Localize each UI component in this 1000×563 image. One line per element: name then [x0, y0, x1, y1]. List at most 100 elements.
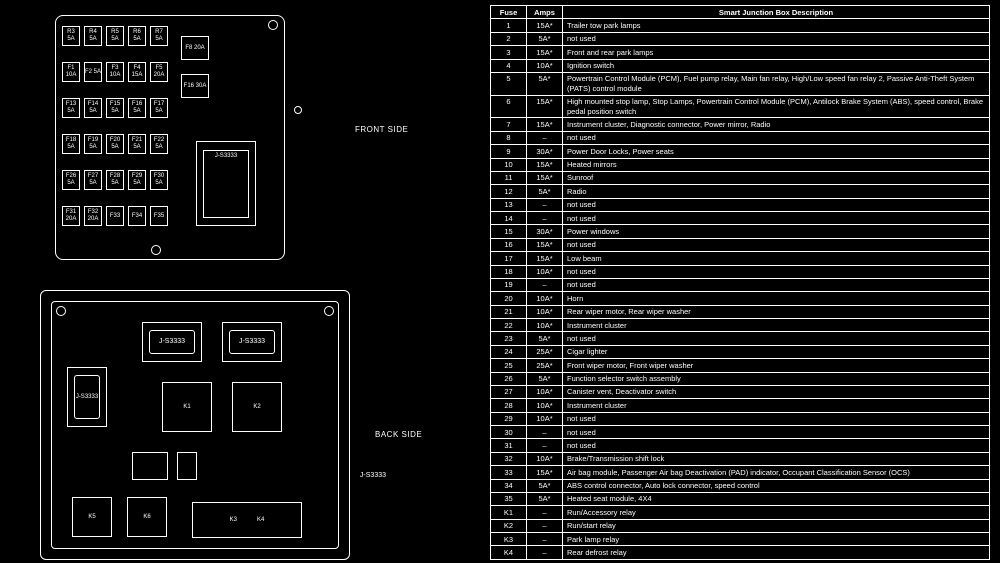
cell-fuse: 22 — [491, 319, 527, 332]
table-row: 1615A*not used — [491, 238, 990, 251]
cell-desc: Run/Accessory relay — [563, 506, 990, 519]
diagram-panel: R3 5AR4 5AR5 5AR6 5AR7 5AF1 10AF2 5AF3 1… — [0, 0, 490, 563]
cell-desc: not used — [563, 212, 990, 225]
cell-amps: 5A* — [527, 479, 563, 492]
fuse-slot: F13 5A — [62, 98, 80, 118]
table-row: 235A*not used — [491, 332, 990, 345]
cell-fuse: 32 — [491, 452, 527, 465]
table-row: 2425A*Cigar lighter — [491, 345, 990, 358]
back-side-label: BACK SIDE — [375, 430, 422, 439]
fuse-slot: F3 10A — [106, 62, 124, 82]
table-row: 615A*High mounted stop lamp, Stop Lamps,… — [491, 95, 990, 118]
fuse-slot: R5 5A — [106, 26, 124, 46]
block-small — [132, 452, 168, 480]
fuse-slot: F1 10A — [62, 62, 80, 82]
table-row: 2110A*Rear wiper motor, Rear wiper washe… — [491, 305, 990, 318]
mounting-hole — [294, 106, 302, 114]
fusebox-front: R3 5AR4 5AR5 5AR6 5AR7 5AF1 10AF2 5AF3 1… — [55, 15, 285, 260]
cell-fuse: K3 — [491, 533, 527, 546]
table-row: 13–not used — [491, 198, 990, 211]
fuse-slot: F28 5A — [106, 170, 124, 190]
cell-desc: Instrument cluster — [563, 399, 990, 412]
cell-fuse: K4 — [491, 546, 527, 559]
cell-amps: 5A* — [527, 72, 563, 95]
relay-block: J-S3333 — [222, 322, 282, 362]
table-row: 30–not used — [491, 426, 990, 439]
mounting-hole — [324, 306, 334, 316]
cell-amps: 15A* — [527, 252, 563, 265]
fuse-slot: F22 5A — [150, 134, 168, 154]
cell-desc: not used — [563, 332, 990, 345]
table-row: K2–Run/start relay — [491, 519, 990, 532]
cell-desc: Brake/Transmission shift lock — [563, 452, 990, 465]
fuse-slot: F26 5A — [62, 170, 80, 190]
table-row: 2910A*not used — [491, 412, 990, 425]
table-row: 8–not used — [491, 131, 990, 144]
fuse-slot: F29 5A — [128, 170, 146, 190]
cell-desc: Run/start relay — [563, 519, 990, 532]
cell-fuse: K1 — [491, 506, 527, 519]
cell-amps: – — [527, 519, 563, 532]
mounting-hole — [56, 306, 66, 316]
header-fuse: Fuse — [491, 6, 527, 19]
cell-fuse: 1 — [491, 19, 527, 32]
cell-fuse: 2 — [491, 32, 527, 45]
cell-fuse: 13 — [491, 198, 527, 211]
table-row: 1810A*not used — [491, 265, 990, 278]
cell-fuse: 5 — [491, 72, 527, 95]
block-k2: K2 — [232, 382, 282, 432]
cell-desc: Radio — [563, 185, 990, 198]
cell-desc: Power windows — [563, 225, 990, 238]
cell-desc: Instrument cluster, Diagnostic connector… — [563, 118, 990, 131]
cell-amps: 30A* — [527, 145, 563, 158]
cell-desc: Instrument cluster — [563, 319, 990, 332]
table-row: 2210A*Instrument cluster — [491, 319, 990, 332]
cell-fuse: 15 — [491, 225, 527, 238]
fuse-slot: F16 30A — [181, 74, 209, 98]
fuse-slot: F31 20A — [62, 206, 80, 226]
cell-amps: 15A* — [527, 158, 563, 171]
cell-amps: 10A* — [527, 292, 563, 305]
cell-desc: Powertrain Control Module (PCM), Fuel pu… — [563, 72, 990, 95]
cell-fuse: 11 — [491, 171, 527, 184]
cell-amps: 10A* — [527, 305, 563, 318]
cell-fuse: 24 — [491, 345, 527, 358]
cell-desc: Park lamp relay — [563, 533, 990, 546]
table-row: 410A*Ignition switch — [491, 59, 990, 72]
cell-desc: Canister vent, Deactivator switch — [563, 385, 990, 398]
table-row: K1–Run/Accessory relay — [491, 506, 990, 519]
block-k5: K5 — [72, 497, 112, 537]
cell-desc: not used — [563, 439, 990, 452]
table-row: 25A*not used — [491, 32, 990, 45]
cell-desc: not used — [563, 265, 990, 278]
cell-amps: 10A* — [527, 412, 563, 425]
cell-amps: 15A* — [527, 95, 563, 118]
cell-amps: 5A* — [527, 185, 563, 198]
fuse-slot: F16 5A — [128, 98, 146, 118]
table-row: 315A*Front and rear park lamps — [491, 46, 990, 59]
cell-amps: 15A* — [527, 466, 563, 479]
fuse-slot: F17 5A — [150, 98, 168, 118]
cell-fuse: 7 — [491, 118, 527, 131]
fuse-slot: F30 5A — [150, 170, 168, 190]
cell-desc: Trailer tow park lamps — [563, 19, 990, 32]
cell-fuse: 31 — [491, 439, 527, 452]
cell-amps: 10A* — [527, 452, 563, 465]
cell-amps: 25A* — [527, 345, 563, 358]
table-row: K3–Park lamp relay — [491, 533, 990, 546]
cell-fuse: 33 — [491, 466, 527, 479]
table-row: 1115A*Sunroof — [491, 171, 990, 184]
cell-fuse: 21 — [491, 305, 527, 318]
fuse-slot: F20 5A — [106, 134, 124, 154]
cell-desc: not used — [563, 198, 990, 211]
cell-desc: Air bag module, Passenger Air bag Deacti… — [563, 466, 990, 479]
fuse-slot: F35 — [150, 206, 168, 226]
table-row: 715A*Instrument cluster, Diagnostic conn… — [491, 118, 990, 131]
cell-fuse: 23 — [491, 332, 527, 345]
cell-amps: 15A* — [527, 19, 563, 32]
cell-amps: – — [527, 546, 563, 559]
cell-desc: Front and rear park lamps — [563, 46, 990, 59]
table-row: 355A*Heated seat module, 4X4 — [491, 492, 990, 505]
cell-amps: – — [527, 533, 563, 546]
cell-desc: Function selector switch assembly — [563, 372, 990, 385]
